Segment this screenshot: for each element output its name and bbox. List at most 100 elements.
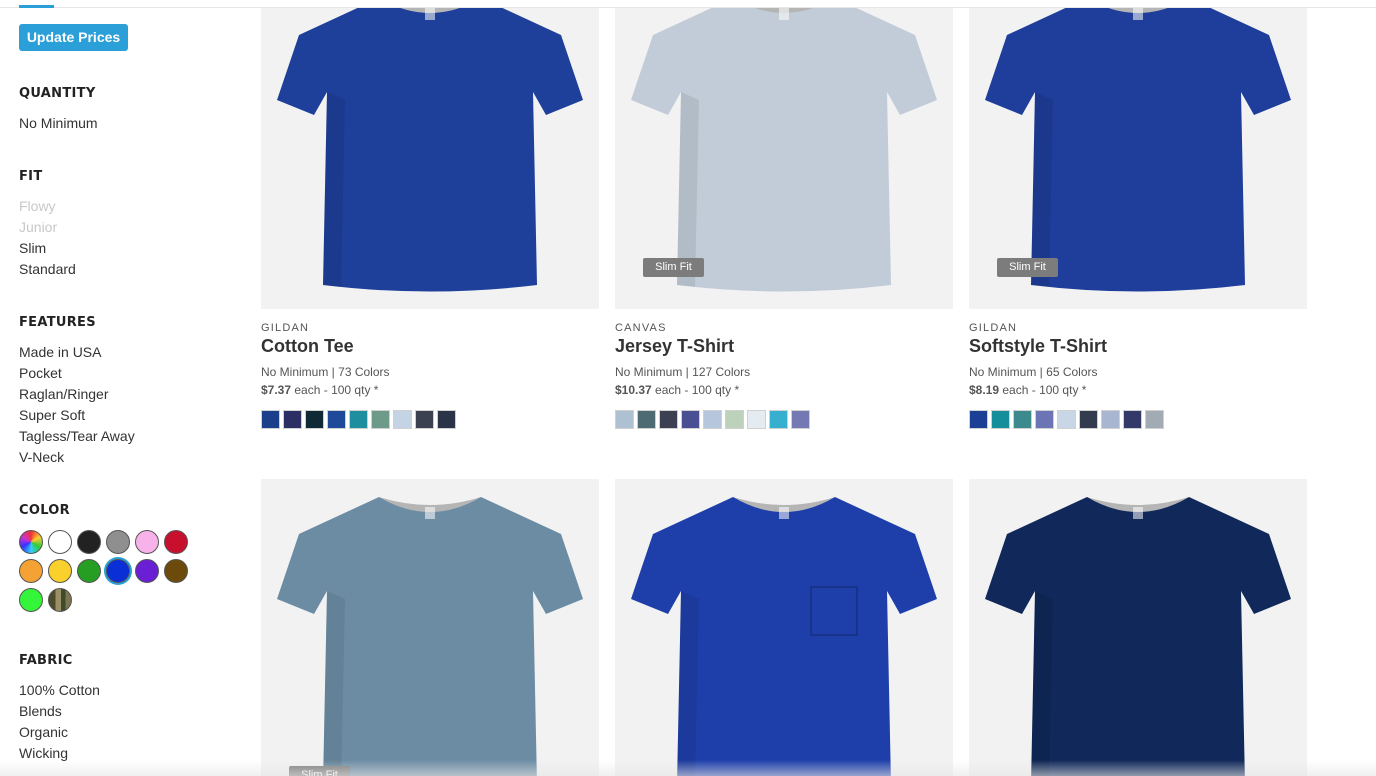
- product-image[interactable]: Slim Fit: [615, 0, 953, 309]
- color-swatch-brown[interactable]: [164, 559, 188, 583]
- quantity-list: No Minimum: [19, 113, 98, 134]
- product-color-chip[interactable]: [769, 410, 788, 429]
- product-color-chip[interactable]: [1101, 410, 1120, 429]
- separator: |: [1036, 365, 1047, 379]
- update-prices-button[interactable]: Update Prices: [19, 24, 128, 51]
- product-color-chip[interactable]: [615, 410, 634, 429]
- product-color-chip[interactable]: [681, 410, 700, 429]
- tshirt-image: [277, 0, 583, 292]
- product-color-chip[interactable]: [283, 410, 302, 429]
- color-count: 73 Colors: [338, 365, 390, 379]
- minimum-text: No Minimum: [969, 365, 1037, 379]
- fabric-heading: FABRIC: [19, 653, 73, 668]
- filter-option-flowy: Flowy: [19, 198, 56, 214]
- product-brand: GILDAN: [969, 322, 1018, 334]
- filter-option-organic[interactable]: Organic: [19, 722, 100, 743]
- product-color-chip[interactable]: [393, 410, 412, 429]
- product-color-chip[interactable]: [747, 410, 766, 429]
- filter-option-super-soft[interactable]: Super Soft: [19, 405, 135, 426]
- color-swatch-lime[interactable]: [19, 588, 43, 612]
- filter-option-pocket[interactable]: Pocket: [19, 363, 135, 384]
- color-count: 65 Colors: [1046, 365, 1098, 379]
- filter-option-wicking[interactable]: Wicking: [19, 743, 100, 764]
- color-swatch-multi[interactable]: [19, 530, 43, 554]
- product-color-chip[interactable]: [991, 410, 1010, 429]
- tshirt-image: [277, 497, 583, 776]
- color-swatch-black[interactable]: [77, 530, 101, 554]
- product-brand: GILDAN: [261, 322, 310, 334]
- filter-option-slim[interactable]: Slim: [19, 238, 76, 259]
- filter-option-tagless[interactable]: Tagless/Tear Away: [19, 426, 135, 447]
- product-color-chip[interactable]: [659, 410, 678, 429]
- price-value: $7.37: [261, 383, 292, 397]
- color-swatch-orange[interactable]: [19, 559, 43, 583]
- separator: -: [320, 383, 332, 397]
- tshirt-image: [985, 497, 1291, 776]
- product-price: $8.19 each - 100 qty *: [969, 383, 1086, 397]
- product-name[interactable]: Softstyle T-Shirt: [969, 336, 1107, 357]
- separator: |: [328, 365, 339, 379]
- color-swatch-white[interactable]: [48, 530, 72, 554]
- color-swatch-purple[interactable]: [135, 559, 159, 583]
- product-color-chip[interactable]: [1013, 410, 1032, 429]
- product-price: $7.37 each - 100 qty *: [261, 383, 378, 397]
- product-image[interactable]: Slim Fit: [261, 479, 599, 776]
- product-color-chip[interactable]: [349, 410, 368, 429]
- product-name[interactable]: Cotton Tee: [261, 336, 354, 357]
- color-heading: COLOR: [19, 503, 70, 518]
- product-color-chip[interactable]: [1145, 410, 1164, 429]
- product-color-chip[interactable]: [371, 410, 390, 429]
- filter-option-raglan-ringer[interactable]: Raglan/Ringer: [19, 384, 135, 405]
- price-value: $10.37: [615, 383, 652, 397]
- color-swatch-gray[interactable]: [106, 530, 130, 554]
- product-color-swatches: [261, 410, 459, 429]
- product-name[interactable]: Jersey T-Shirt: [615, 336, 734, 357]
- filter-option-100-cotton[interactable]: 100% Cotton: [19, 680, 100, 701]
- slim-fit-badge: Slim Fit: [997, 258, 1058, 277]
- price-qty: 100 qty *: [331, 383, 379, 397]
- features-heading: FEATURES: [19, 315, 96, 330]
- color-swatch-red[interactable]: [164, 530, 188, 554]
- product-color-chip[interactable]: [725, 410, 744, 429]
- filter-option-no-minimum[interactable]: No Minimum: [19, 113, 98, 134]
- color-swatch-blue[interactable]: [106, 559, 130, 583]
- features-list: Made in USA Pocket Raglan/Ringer Super S…: [19, 342, 135, 468]
- price-qty: 100 qty *: [1039, 383, 1087, 397]
- price-each: each: [1002, 383, 1029, 397]
- filter-option-made-in-usa[interactable]: Made in USA: [19, 342, 135, 363]
- quantity-heading: QUANTITY: [19, 86, 96, 101]
- product-brand: CANVAS: [615, 322, 667, 334]
- price-qty: 100 qty *: [691, 383, 740, 397]
- product-color-chip[interactable]: [703, 410, 722, 429]
- filter-option-v-neck[interactable]: V-Neck: [19, 447, 135, 468]
- product-color-chip[interactable]: [637, 410, 656, 429]
- product-color-chip[interactable]: [1035, 410, 1054, 429]
- product-color-chip[interactable]: [327, 410, 346, 429]
- tshirt-image: [631, 497, 937, 776]
- product-color-swatches: [969, 410, 1167, 429]
- fabric-list: 100% Cotton Blends Organic Wicking: [19, 680, 100, 764]
- product-color-chip[interactable]: [305, 410, 324, 429]
- separator: |: [682, 365, 693, 379]
- filter-option-standard[interactable]: Standard: [19, 259, 76, 280]
- product-color-chip[interactable]: [415, 410, 434, 429]
- product-color-chip[interactable]: [261, 410, 280, 429]
- product-color-chip[interactable]: [1123, 410, 1142, 429]
- product-color-chip[interactable]: [791, 410, 810, 429]
- color-swatch-green[interactable]: [77, 559, 101, 583]
- product-image[interactable]: Slim Fit: [969, 0, 1307, 309]
- top-accent-bar: [19, 5, 54, 8]
- product-color-chip[interactable]: [1057, 410, 1076, 429]
- filter-option-blends[interactable]: Blends: [19, 701, 100, 722]
- color-swatch-camo[interactable]: [48, 588, 72, 612]
- product-meta: No Minimum | 73 Colors: [261, 365, 390, 379]
- filter-option-junior: Junior: [19, 219, 58, 235]
- product-color-chip[interactable]: [437, 410, 456, 429]
- product-image[interactable]: [615, 479, 953, 776]
- product-color-chip[interactable]: [1079, 410, 1098, 429]
- product-color-chip[interactable]: [969, 410, 988, 429]
- color-swatch-yellow[interactable]: [48, 559, 72, 583]
- color-swatch-pink[interactable]: [135, 530, 159, 554]
- product-image[interactable]: [969, 479, 1307, 776]
- product-image[interactable]: [261, 0, 599, 309]
